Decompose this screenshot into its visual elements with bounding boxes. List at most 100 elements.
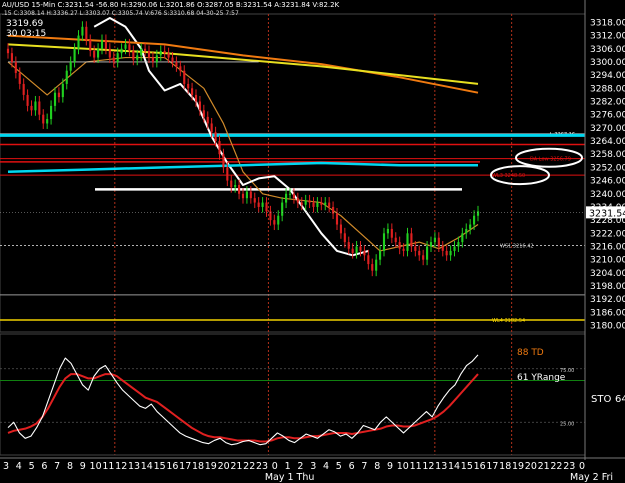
candle-body [441, 246, 444, 251]
candle-body [206, 116, 209, 124]
candle-body [312, 202, 315, 207]
candle-body [112, 57, 115, 62]
price-tick-label: 3216.00 [590, 243, 625, 253]
price-tick-label: 3240.00 [590, 190, 625, 200]
candle-body [445, 250, 448, 256]
price-tick-label: 3192.00 [590, 295, 625, 305]
candle-body [97, 48, 100, 58]
candle-body [77, 35, 80, 49]
candle-body [288, 193, 292, 195]
candle-body [6, 48, 10, 54]
candle-body [210, 123, 213, 133]
candle-body [241, 193, 245, 199]
trading-chart: L 3267.16DA Low 3256.79WL3 3248.50WS1 32… [0, 0, 625, 483]
candle-body [379, 250, 382, 260]
candle-body [38, 101, 41, 115]
oscillator-panel-frame [0, 333, 586, 456]
candle-body [304, 200, 307, 205]
time-tick-label: 10 [397, 461, 409, 472]
candle-body [159, 50, 162, 56]
candle-body [453, 246, 456, 251]
price-tick-label: 3318.00 [590, 18, 625, 28]
time-tick-label: 12 [422, 461, 434, 472]
candle-body [476, 211, 480, 216]
time-tick-label: 17 [486, 461, 498, 472]
candle-body [100, 39, 104, 49]
time-tick-label: 16 [166, 461, 178, 472]
candle-body [429, 242, 433, 247]
candle-body [394, 237, 397, 243]
time-tick-label: 9 [387, 461, 393, 472]
candle-body [69, 61, 72, 71]
candle-body [191, 88, 194, 95]
time-tick-label: 20 [525, 461, 537, 472]
candle-body [155, 55, 158, 62]
candle-body [473, 215, 476, 225]
candle-body [265, 202, 268, 212]
candle-body [222, 154, 225, 168]
symbol-header: AU/USD 15-Min C:3231.54 -56.80 H:3290.06… [2, 1, 340, 9]
candle-body [147, 50, 151, 58]
candle-body [359, 246, 362, 251]
candle-body [292, 193, 295, 199]
candle-body [50, 105, 53, 120]
price-tick-label: 3186.00 [590, 308, 625, 318]
candle-body [30, 105, 33, 111]
time-tick-label: 13 [128, 461, 140, 472]
candle-body [269, 211, 272, 221]
candle-body [226, 167, 229, 181]
time-tick-label: 1 [285, 461, 291, 472]
candle-body [132, 50, 135, 60]
time-tick-label: 7 [54, 461, 60, 472]
candle-body [324, 202, 327, 205]
candle-body [382, 233, 386, 251]
candle-body [339, 224, 342, 234]
time-tick-label: 20 [218, 461, 230, 472]
candle-body [449, 250, 452, 256]
candle-body [316, 202, 319, 207]
time-tick-label: 18 [499, 461, 511, 472]
candle-body [202, 110, 205, 117]
time-tick-label: 13 [435, 461, 447, 472]
candle-body [390, 228, 393, 238]
candle-body [57, 92, 60, 98]
time-tick-label: 4 [323, 461, 329, 472]
candle-body [22, 83, 25, 95]
candle-body [253, 198, 256, 203]
candle-body [277, 215, 280, 225]
time-tick-label: 23 [563, 461, 575, 472]
osc-signal-line [7, 373, 479, 443]
osc-stochastic-line [7, 354, 479, 446]
price-tick-label: 3204.00 [590, 269, 625, 279]
candle-body [46, 119, 49, 124]
candle-body [273, 220, 276, 225]
candle-body [410, 233, 413, 247]
candle-body [179, 66, 182, 71]
price-tick-label: 3222.00 [590, 229, 625, 239]
candle-body [328, 202, 331, 207]
candle-body [108, 48, 111, 58]
time-tick-label: 3 [3, 461, 9, 472]
candle-body [398, 242, 401, 249]
candle-body [14, 61, 17, 73]
candle-body [65, 70, 68, 84]
day-label: May 1 Thu [265, 472, 315, 483]
symbol-subheader: .15 C:3308.14 H:3336.27 L:3303.07 C:3305… [2, 10, 239, 17]
time-tick-label: 5 [336, 461, 342, 472]
candle-body [422, 255, 425, 260]
time-tick-label: 4 [16, 461, 22, 472]
time-tick-label: 14 [141, 461, 153, 472]
candle-body [257, 202, 260, 207]
candle-body [136, 55, 139, 60]
candle-body [281, 202, 284, 216]
time-tick-label: 2 [297, 461, 303, 472]
time-tick-label: 22 [243, 461, 255, 472]
time-tick-label: 14 [448, 461, 460, 472]
time-tick-label: 17 [179, 461, 191, 472]
candle-body [402, 248, 405, 251]
time-tick-label: 7 [361, 461, 367, 472]
candle-body [465, 228, 468, 234]
time-tick-label: 9 [80, 461, 86, 472]
candle-body [26, 94, 29, 106]
candle-body [187, 83, 190, 89]
